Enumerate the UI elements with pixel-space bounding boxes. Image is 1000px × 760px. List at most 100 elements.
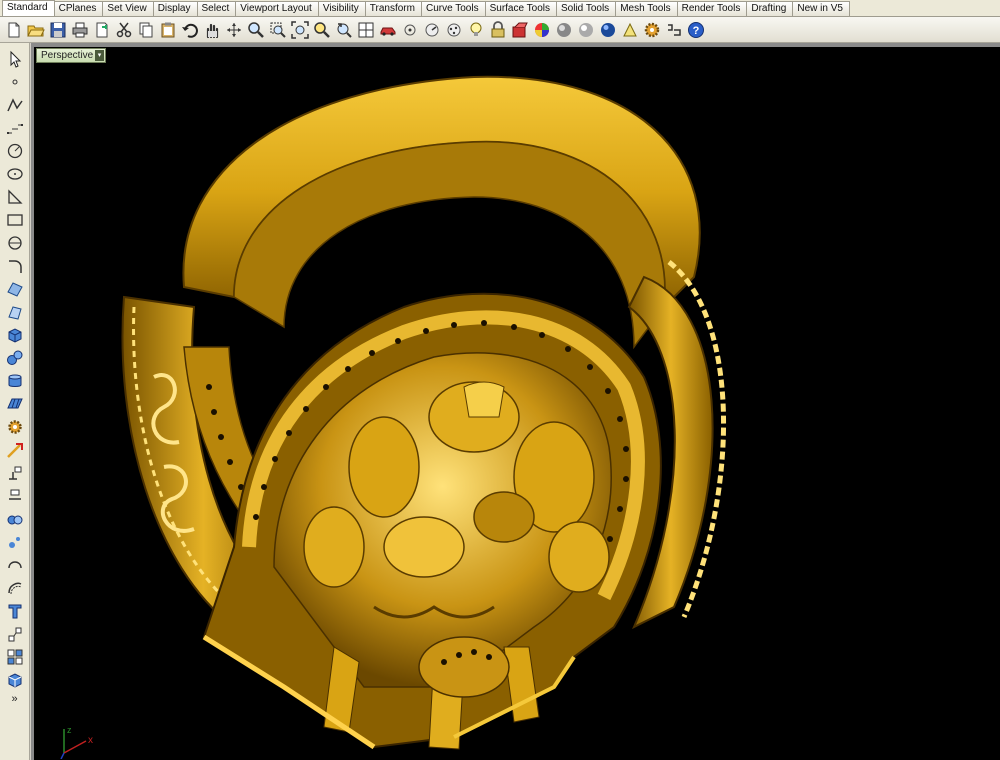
box-icon xyxy=(8,327,21,343)
arc-tool-button[interactable] xyxy=(3,231,27,254)
circle-icon xyxy=(7,143,22,158)
snap-settings-button[interactable] xyxy=(421,19,443,41)
zoom-extents-icon xyxy=(291,20,309,39)
copy-button[interactable] xyxy=(135,19,157,41)
gear-icon xyxy=(644,22,660,37)
rotate-view-button[interactable] xyxy=(223,19,245,41)
dimension-tool-icon xyxy=(8,627,21,641)
rectangle-tool-button[interactable] xyxy=(3,208,27,231)
tab-mesh-tools[interactable]: Mesh Tools xyxy=(615,1,678,16)
padlock-icon xyxy=(491,20,505,37)
block-tool-button[interactable] xyxy=(3,645,27,668)
array-tool-button[interactable] xyxy=(3,461,27,484)
scissors-icon xyxy=(116,22,132,37)
transform-tool-button[interactable] xyxy=(3,438,27,461)
sphere-tool-button[interactable] xyxy=(3,346,27,369)
surface-icon xyxy=(6,281,23,297)
tab-surface-tools[interactable]: Surface Tools xyxy=(484,1,557,16)
mesh-plane-icon xyxy=(6,398,23,408)
standard-toolbar: ? xyxy=(0,17,1000,43)
tab-curve-tools[interactable]: Curve Tools xyxy=(420,1,486,16)
point-tool-button[interactable] xyxy=(3,70,27,93)
tab-set-view[interactable]: Set View xyxy=(102,1,154,16)
box-tool-button[interactable] xyxy=(3,323,27,346)
tab-visibility[interactable]: Visibility xyxy=(317,1,366,16)
tab-viewport-layout[interactable]: Viewport Layout xyxy=(235,1,319,16)
text-tool-button[interactable] xyxy=(3,599,27,622)
split-tool-button[interactable] xyxy=(3,484,27,507)
render-preview-button[interactable] xyxy=(619,19,641,41)
tab-select[interactable]: Select xyxy=(196,1,237,16)
tab-render-tools[interactable]: Render Tools xyxy=(676,1,748,16)
surface-tool-button[interactable] xyxy=(3,277,27,300)
polygon-tool-button[interactable] xyxy=(3,185,27,208)
cylinder-tool-button[interactable] xyxy=(3,369,27,392)
render-tool-button[interactable] xyxy=(3,668,27,691)
color-wheel-button[interactable] xyxy=(531,19,553,41)
undo-button[interactable] xyxy=(179,19,201,41)
viewport-menu-arrow-icon[interactable]: ▾ xyxy=(95,50,104,61)
dimension-button[interactable] xyxy=(663,19,685,41)
properties-icon xyxy=(512,22,528,37)
extrude-tool-button[interactable] xyxy=(3,300,27,323)
group-tool-button[interactable] xyxy=(3,507,27,530)
curve-edit-button[interactable] xyxy=(3,553,27,576)
options-button[interactable] xyxy=(641,19,663,41)
tab-new-in-v5[interactable]: New in V5 xyxy=(792,1,850,16)
zoom-selected-button[interactable] xyxy=(311,19,333,41)
tab-transform[interactable]: Transform xyxy=(364,1,422,16)
tab-cplanes[interactable]: CPlanes xyxy=(53,1,104,16)
zoom-window-button[interactable] xyxy=(267,19,289,41)
properties-button[interactable] xyxy=(509,19,531,41)
analyze-tool-button[interactable] xyxy=(3,530,27,553)
svg-text:?: ? xyxy=(693,25,700,37)
tab-standard[interactable]: Standard xyxy=(2,0,55,16)
shaded-sphere-button[interactable] xyxy=(553,19,575,41)
tab-solid-tools[interactable]: Solid Tools xyxy=(556,1,617,16)
render-preview-icon xyxy=(623,22,637,36)
curve-tool-button[interactable] xyxy=(3,116,27,139)
new-file-button[interactable] xyxy=(3,19,25,41)
rotate-view-icon xyxy=(227,22,241,37)
points-on-button[interactable] xyxy=(443,19,465,41)
ellipse-tool-button[interactable] xyxy=(3,162,27,185)
floppy-disk-icon xyxy=(50,22,66,37)
fillet-tool-button[interactable] xyxy=(3,254,27,277)
viewport-title-tab[interactable]: Perspective ▾ xyxy=(36,48,106,63)
more-tools-chevron[interactable]: » xyxy=(11,693,17,705)
circle-tool-button[interactable] xyxy=(3,139,27,162)
perspective-viewport[interactable]: x z xyxy=(34,47,1000,760)
tab-drafting[interactable]: Drafting xyxy=(746,1,794,16)
select-tool-button[interactable] xyxy=(3,47,27,70)
mesh-tool-button[interactable] xyxy=(3,392,27,415)
four-viewports-button[interactable] xyxy=(355,19,377,41)
boolean-tool-button[interactable] xyxy=(3,415,27,438)
offset-tool-button[interactable] xyxy=(3,576,27,599)
zoom-extents-button[interactable] xyxy=(289,19,311,41)
rendered-sphere-button[interactable] xyxy=(575,19,597,41)
car-button[interactable] xyxy=(377,19,399,41)
help-icon: ? xyxy=(688,21,704,38)
print-button[interactable] xyxy=(69,19,91,41)
polyline-tool-button[interactable] xyxy=(3,93,27,116)
axis-x-label: x xyxy=(88,735,93,746)
osnap-button[interactable] xyxy=(399,19,421,41)
pan-button[interactable] xyxy=(201,19,223,41)
open-button[interactable] xyxy=(25,19,47,41)
hand-pan-icon xyxy=(206,23,219,38)
undo-view-button[interactable] xyxy=(333,19,355,41)
lock-button[interactable] xyxy=(487,19,509,41)
fillet-icon xyxy=(8,259,22,273)
export-button[interactable] xyxy=(91,19,113,41)
ring-3d-model[interactable] xyxy=(34,47,1000,760)
help-button[interactable]: ? xyxy=(685,19,707,41)
cut-button[interactable] xyxy=(113,19,135,41)
render-button[interactable] xyxy=(597,19,619,41)
light-button[interactable] xyxy=(465,19,487,41)
save-button[interactable] xyxy=(47,19,69,41)
zoom-button[interactable] xyxy=(245,19,267,41)
tab-display[interactable]: Display xyxy=(152,1,198,16)
paste-button[interactable] xyxy=(157,19,179,41)
dimension-tool-button[interactable] xyxy=(3,622,27,645)
dimension-icon xyxy=(668,23,681,36)
